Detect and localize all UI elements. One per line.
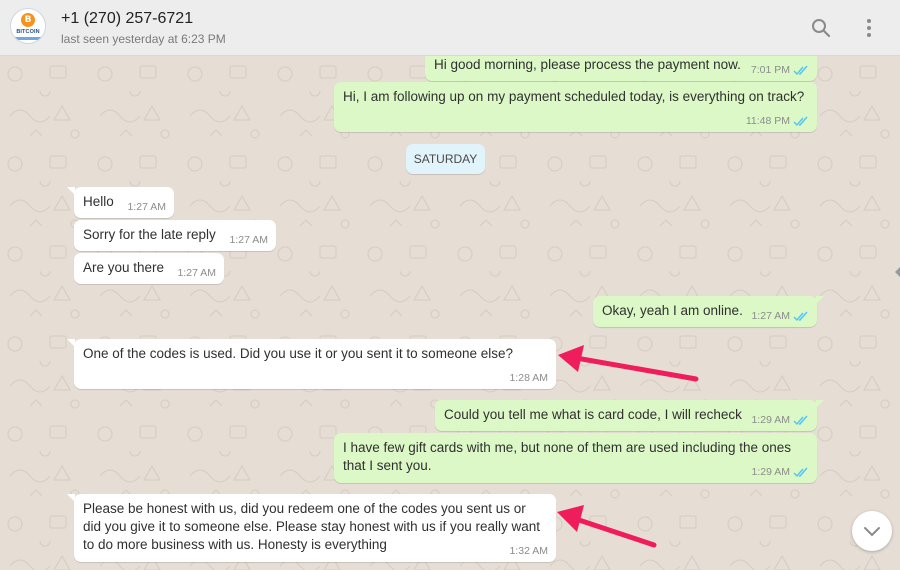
read-receipt-icon	[793, 311, 808, 321]
bitcoin-logo-icon: B	[21, 13, 35, 27]
message-bubble[interactable]: Please be honest with us, did you redeem…	[67, 494, 556, 562]
message-bubble[interactable]: Hi good morning, please process the paym…	[425, 56, 824, 81]
message-text: Hello	[83, 194, 114, 209]
message-bubble[interactable]: Hi, I am following up on my payment sche…	[334, 82, 817, 132]
message-text: One of the codes is used. Did you use it…	[83, 346, 513, 361]
message-time: 1:27 AM	[751, 310, 790, 322]
message-time: 1:29 AM	[751, 466, 790, 478]
message-text: Please be honest with us, did you redeem…	[83, 501, 540, 552]
contact-name[interactable]: +1 (270) 257-6721	[61, 10, 193, 28]
message-bubble[interactable]: Okay, yeah I am online. 1:27 AM	[593, 296, 824, 327]
message-time: 1:29 AM	[751, 414, 790, 426]
message-text: I have few gift cards with me, but none …	[343, 440, 792, 473]
read-receipt-icon	[793, 116, 808, 126]
date-divider: SATURDAY	[406, 144, 485, 174]
scroll-to-bottom-button[interactable]	[852, 511, 892, 551]
message-time: 1:28 AM	[509, 372, 548, 384]
message-text: Sorry for the late reply	[83, 227, 216, 242]
read-receipt-icon	[793, 467, 808, 477]
message-bubble[interactable]: Are you there 1:27 AM	[74, 253, 224, 284]
message-time: 1:27 AM	[177, 267, 216, 279]
message-time: 7:01 PM	[750, 64, 790, 76]
scrollbar-marker[interactable]	[895, 267, 900, 277]
message-time: 1:27 AM	[229, 234, 268, 246]
read-receipt-icon	[793, 65, 808, 75]
message-bubble[interactable]: Sorry for the late reply 1:27 AM	[74, 220, 276, 251]
avatar-label: BITCOIN	[16, 29, 40, 35]
message-bubble[interactable]: Hello 1:27 AM	[67, 187, 174, 218]
message-text: Okay, yeah I am online.	[602, 303, 743, 318]
contact-avatar[interactable]: B BITCOIN	[10, 8, 46, 44]
message-text: Are you there	[83, 260, 165, 275]
message-text: Hi good morning, please process the paym…	[434, 57, 741, 72]
message-bubble[interactable]: One of the codes is used. Did you use it…	[67, 339, 556, 389]
last-seen-status: last seen yesterday at 6:23 PM	[61, 32, 226, 46]
chevron-down-icon	[864, 527, 880, 537]
message-time: 1:27 AM	[127, 201, 166, 213]
more-vertical-icon[interactable]	[858, 16, 880, 40]
message-text: Hi, I am following up on my payment sche…	[343, 89, 805, 104]
chat-area[interactable]: Hi good morning, please process the paym…	[0, 56, 900, 570]
chat-header: B BITCOIN +1 (270) 257-6721 last seen ye…	[0, 0, 900, 56]
message-text: Could you tell me what is card code, I w…	[444, 407, 742, 422]
message-bubble[interactable]: Could you tell me what is card code, I w…	[435, 400, 824, 431]
search-icon[interactable]	[810, 16, 832, 40]
message-time: 1:32 AM	[509, 545, 548, 557]
message-bubble[interactable]: I have few gift cards with me, but none …	[334, 433, 817, 483]
message-time: 11:48 PM	[745, 115, 790, 127]
read-receipt-icon	[793, 415, 808, 425]
